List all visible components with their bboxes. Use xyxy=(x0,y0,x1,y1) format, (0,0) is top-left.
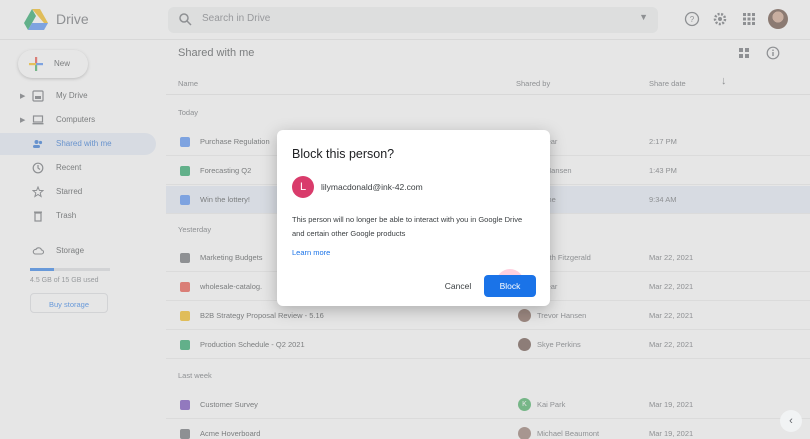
block-button[interactable]: Block xyxy=(484,275,536,297)
dialog-title: Block this person? xyxy=(292,147,395,161)
learn-more-link[interactable]: Learn more xyxy=(292,248,330,257)
user-avatar: L xyxy=(292,176,314,198)
cancel-button[interactable]: Cancel xyxy=(437,275,479,297)
dialog-message: This person will no longer be able to in… xyxy=(292,215,523,238)
block-person-dialog: Block this person? L lilymacdonald@ink-4… xyxy=(277,130,550,306)
chevron-left-icon[interactable]: ‹ xyxy=(780,410,802,432)
user-email: lilymacdonald@ink-42.com xyxy=(321,182,423,192)
